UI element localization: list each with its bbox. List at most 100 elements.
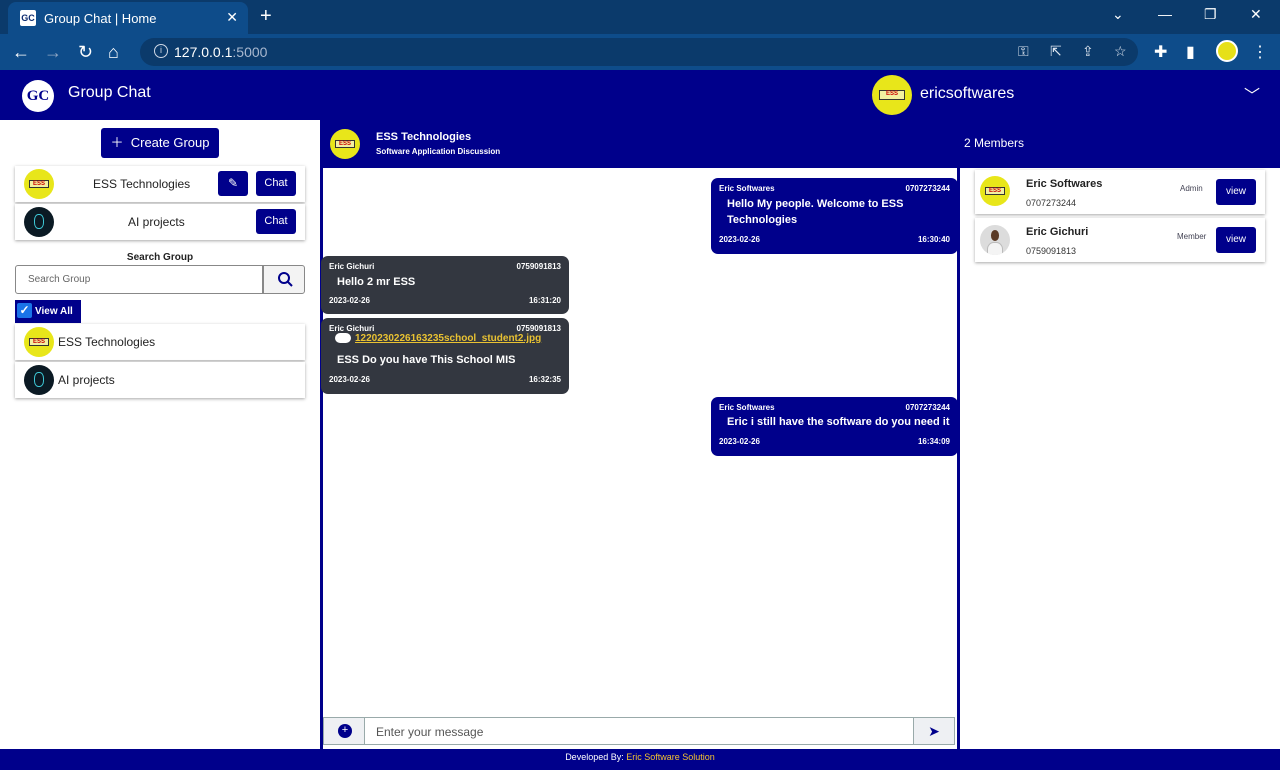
member-card: Eric Gichuri 0759091813 Member view [975,218,1265,262]
site-info-icon[interactable]: i [154,44,168,58]
app-logo: GC [22,80,54,112]
user-avatar[interactable]: ESS [872,75,912,115]
new-tab-button[interactable]: + [260,5,272,28]
browser-tab[interactable]: GC Group Chat | Home ✕ [8,2,248,34]
group-list-item[interactable]: AI projects [15,362,305,398]
send-button[interactable]: ➤ [913,718,954,744]
message-time: 16:30:40 [917,235,950,244]
search-button[interactable] [263,265,305,294]
key-icon[interactable]: ⚿ [1018,43,1029,60]
message-time: 16:34:09 [917,437,950,446]
member-phone: 0759091813 [1026,246,1077,256]
message-text: Hello My people. Welcome to ESS Technolo… [727,198,904,226]
member-name: Eric Softwares [1026,178,1103,190]
member-name: Eric Gichuri [1026,226,1089,238]
attachment-link[interactable]: 1220230226163235school_student2.jpg [335,333,541,344]
message-date: 2023-02-26 [719,235,760,244]
view-all-label: View All [35,306,73,317]
search-group-input[interactable]: Search Group [15,265,263,294]
group-list-name: ESS Technologies [58,335,156,349]
message-phone: 0707273244 [905,184,951,193]
user-menu-chevron-down-icon[interactable]: ﹀ [1244,82,1260,106]
app-header: GC Group Chat ESS ericsoftwares ﹀ [0,70,1280,120]
group-list-name: AI projects [58,373,115,387]
divider-left [320,120,323,749]
minimize-button[interactable]: — [1158,6,1172,22]
cloud-download-icon [335,333,351,344]
side-panel-icon[interactable]: ▮ [1186,42,1195,62]
back-icon[interactable]: ← [12,42,30,63]
group-sidebar: ＋ Create Group ESS ESS Technologies ✎ Ch… [0,120,320,749]
message-sender: Eric Softwares [719,184,775,193]
group-card-ess: ESS ESS Technologies ✎ Chat [15,166,305,202]
member-role: Admin [1180,184,1203,193]
group-name: AI projects [128,215,185,229]
ai-logo-icon [24,365,54,395]
message-text: ESS Do you have This School MIS [337,354,516,366]
bookmark-star-icon[interactable]: ☆ [1114,43,1127,60]
window-close-button[interactable]: ✕ [1250,6,1262,23]
message-composer: + Enter your message ➤ [323,717,955,745]
group-name: ESS Technologies [93,177,191,191]
message-bubble-outgoing: Eric Softwares 0707273244 Hello My peopl… [711,178,958,254]
message-phone: 0759091813 [516,324,562,333]
message-date: 2023-02-26 [329,375,370,384]
member-avatar [980,225,1010,255]
browser-menu-icon[interactable]: ⋮ [1252,42,1268,62]
chat-group-description: Software Application Discussion [376,147,501,156]
ess-logo-icon: ESS [24,169,54,199]
message-input[interactable]: Enter your message [376,725,483,739]
create-group-button[interactable]: ＋ Create Group [101,128,219,158]
message-date: 2023-02-26 [329,296,370,305]
footer-brand-link[interactable]: Eric Software Solution [626,752,715,762]
ess-logo-icon: ESS [24,327,54,357]
view-member-button[interactable]: view [1216,179,1256,205]
message-phone: 0707273244 [905,403,951,412]
app-title: Group Chat [68,84,151,101]
page-footer: Developed By: Eric Software Solution [0,749,1280,770]
send-icon: ➤ [928,723,940,739]
edit-group-button[interactable]: ✎ [218,171,248,196]
plus-icon: ＋ [110,135,131,150]
message-sender: Eric Gichuri [329,324,375,333]
member-role: Member [1177,232,1207,241]
group-list-item[interactable]: ESS ESS Technologies [15,324,305,360]
view-all-checkbox[interactable]: ✓ [17,303,32,318]
message-bubble-incoming: Eric Gichuri 0759091813 1220230226163235… [321,318,569,394]
search-group-label: Search Group [126,252,194,263]
chat-group-name: ESS Technologies [376,131,472,143]
group-avatar: ESS [330,129,360,159]
reload-icon[interactable]: ↻ [78,42,93,63]
message-text: Eric i still have the software do you ne… [727,416,950,428]
plus-circle-icon: + [338,724,352,738]
tab-favicon: GC [20,10,36,26]
attach-button[interactable]: + [324,718,365,744]
tab-close-icon[interactable]: ✕ [226,9,238,26]
home-icon[interactable]: ⌂ [108,42,119,63]
browser-profile-avatar[interactable] [1216,40,1238,62]
pencil-icon: ✎ [227,176,239,190]
forward-icon[interactable]: → [44,42,62,63]
username[interactable]: ericsoftwares [920,85,1014,103]
message-time: 16:31:20 [528,296,561,305]
tab-search-icon[interactable]: ⌄ [1112,6,1124,23]
share-icon[interactable]: ⇪ [1082,43,1094,60]
message-bubble-outgoing: Eric Softwares 0707273244 Eric i still h… [711,397,958,456]
address-bar-row: ← → ↻ ⌂ i 127.0.0.1:5000 ⚿ ⇱ ⇪ ☆ ✚ ▮ ⋮ [0,34,1280,70]
message-time: 16:32:35 [528,375,561,384]
message-text: Hello 2 mr ESS [337,276,416,288]
view-member-button[interactable]: view [1216,227,1256,253]
member-phone: 0707273244 [1026,198,1077,208]
member-card: ESS Eric Softwares 0707273244 Admin view [975,170,1265,214]
extensions-icon[interactable]: ✚ [1154,42,1167,62]
message-date: 2023-02-26 [719,437,760,446]
open-external-icon[interactable]: ⇱ [1050,43,1062,60]
chat-button[interactable]: Chat [256,209,296,234]
view-all-toggle[interactable]: ✓ View All [15,300,81,323]
message-sender: Eric Gichuri [329,262,375,271]
chat-header: ESS ESS Technologies Software Applicatio… [320,120,1280,168]
restore-button[interactable]: ❐ [1204,6,1217,23]
url-field[interactable]: i 127.0.0.1:5000 ⚿ ⇱ ⇪ ☆ [140,38,1138,66]
ai-logo-icon [24,207,54,237]
chat-button[interactable]: Chat [256,171,296,196]
